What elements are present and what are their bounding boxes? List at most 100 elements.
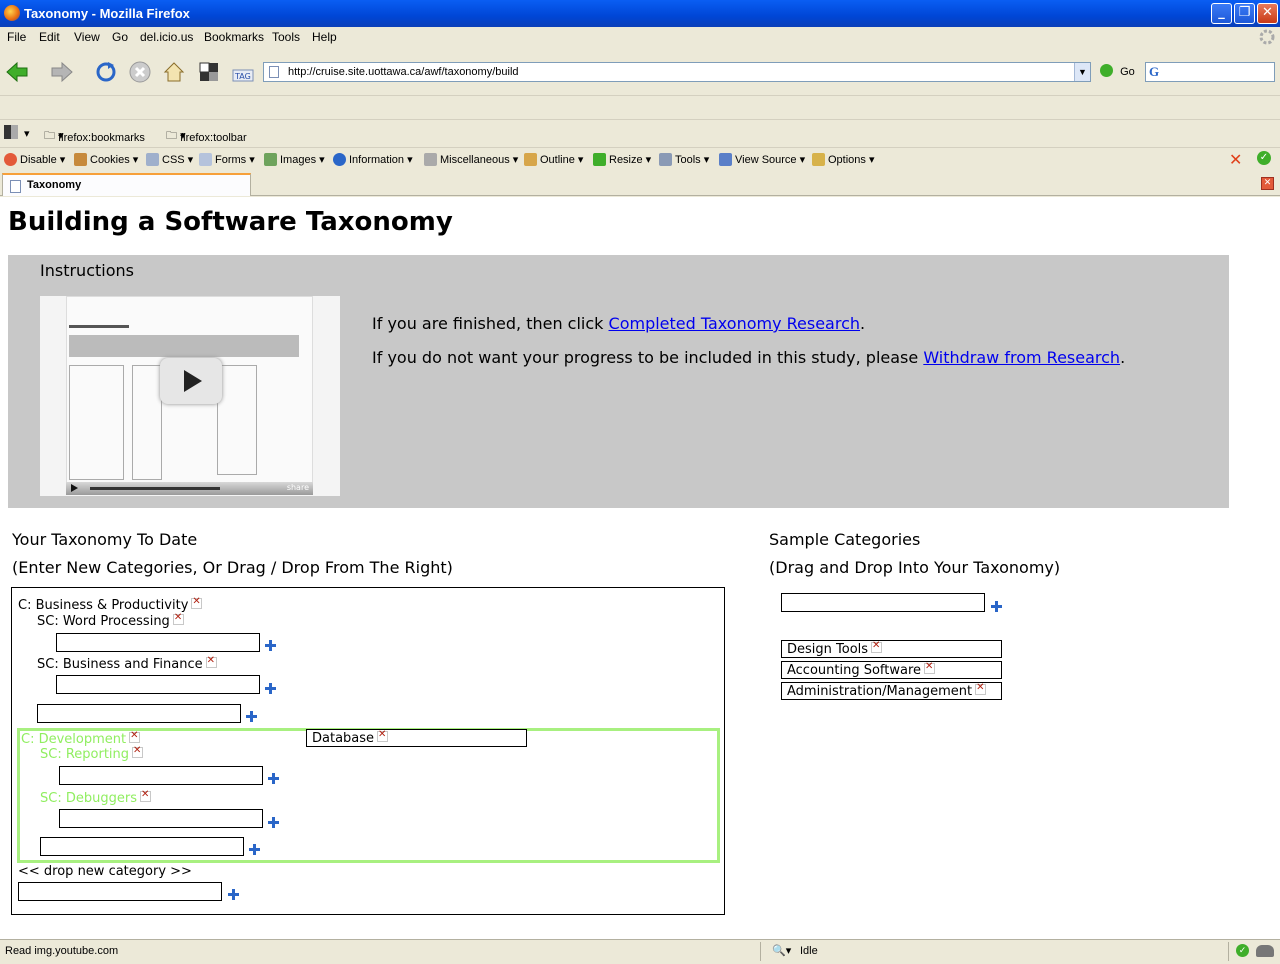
menu-edit[interactable]: Edit bbox=[39, 30, 60, 44]
add-icon[interactable] bbox=[268, 773, 279, 784]
url-dropdown-button[interactable]: ▼ bbox=[1074, 63, 1090, 81]
menu-file[interactable]: File bbox=[7, 30, 26, 44]
subcategory-item[interactable]: SC: Business and Finance bbox=[37, 655, 217, 672]
home-icon[interactable] bbox=[162, 60, 186, 84]
play-icon[interactable] bbox=[160, 358, 222, 404]
add-icon[interactable] bbox=[991, 601, 1002, 612]
category-item[interactable]: C: Business & Productivity bbox=[18, 596, 203, 613]
close-toolbar-icon[interactable]: ✕ bbox=[1229, 150, 1242, 169]
new-item-input[interactable] bbox=[59, 809, 263, 828]
dev-information[interactable]: Information ▾ bbox=[333, 153, 413, 166]
add-icon[interactable] bbox=[249, 844, 260, 855]
url-bar[interactable]: http://cruise.site.uottawa.ca/awf/taxono… bbox=[263, 62, 1091, 82]
delicious-icon[interactable] bbox=[197, 60, 221, 84]
dev-forms[interactable]: Forms ▾ bbox=[199, 153, 255, 166]
disable-icon bbox=[4, 153, 17, 166]
subcategory-item[interactable]: SC: Word Processing bbox=[37, 612, 184, 629]
category-item[interactable]: C: Development bbox=[21, 730, 141, 747]
delete-icon[interactable] bbox=[975, 682, 987, 695]
zoom-icon[interactable]: 🔍▾ bbox=[772, 944, 791, 957]
dev-tools[interactable]: Tools ▾ bbox=[659, 153, 709, 166]
add-icon[interactable] bbox=[265, 683, 276, 694]
close-window-button[interactable]: ✕ bbox=[1257, 3, 1278, 24]
dragged-category[interactable]: Database bbox=[306, 729, 527, 747]
firefox-logo-icon bbox=[4, 5, 20, 21]
menu-bookmarks[interactable]: Bookmarks bbox=[204, 30, 264, 44]
sample-category[interactable]: Administration/Management bbox=[781, 682, 1002, 700]
new-subcategory-input[interactable] bbox=[40, 837, 244, 856]
delete-icon[interactable] bbox=[205, 655, 217, 668]
dev-images[interactable]: Images ▾ bbox=[264, 153, 325, 166]
dev-css[interactable]: CSS ▾ bbox=[146, 153, 193, 166]
delete-icon[interactable] bbox=[129, 730, 141, 743]
google-search-input[interactable]: G bbox=[1145, 62, 1275, 82]
dev-cookies[interactable]: Cookies ▾ bbox=[74, 153, 138, 166]
menu-view[interactable]: View bbox=[74, 30, 100, 44]
new-item-input[interactable] bbox=[56, 633, 260, 652]
stop-icon[interactable] bbox=[128, 60, 152, 84]
maximize-button[interactable]: ❐ bbox=[1234, 3, 1255, 24]
new-category-input[interactable] bbox=[18, 882, 222, 901]
delete-icon[interactable] bbox=[871, 640, 883, 653]
video-controls[interactable]: share bbox=[66, 482, 313, 495]
sample-category[interactable]: Design Tools bbox=[781, 640, 1002, 658]
dev-miscellaneous[interactable]: Miscellaneous ▾ bbox=[424, 153, 518, 166]
new-sample-input[interactable] bbox=[781, 593, 985, 612]
go-button[interactable]: Go bbox=[1100, 64, 1135, 78]
close-tab-button[interactable]: ✕ bbox=[1261, 177, 1274, 190]
video-progress-bar[interactable] bbox=[90, 487, 220, 490]
menu-tools[interactable]: Tools bbox=[272, 30, 300, 44]
dev-outline[interactable]: Outline ▾ bbox=[524, 153, 583, 166]
menu-help[interactable]: Help bbox=[312, 30, 337, 44]
samples-heading: Sample Categories bbox=[769, 530, 921, 549]
validation-ok-icon[interactable]: ✓ bbox=[1257, 151, 1271, 165]
delicious-small-icon[interactable] bbox=[4, 125, 18, 139]
sample-label: Accounting Software bbox=[787, 661, 936, 678]
dev-options[interactable]: Options ▾ bbox=[812, 153, 875, 166]
delete-icon[interactable] bbox=[139, 789, 151, 802]
options-icon bbox=[812, 153, 825, 166]
addon-icon[interactable] bbox=[1256, 945, 1274, 957]
subcategory-item[interactable]: SC: Reporting bbox=[40, 745, 144, 762]
forward-icon[interactable] bbox=[50, 60, 74, 84]
delete-icon[interactable] bbox=[191, 596, 203, 609]
completed-research-link[interactable]: Completed Taxonomy Research bbox=[609, 314, 861, 333]
delete-icon[interactable] bbox=[377, 729, 389, 742]
delete-icon[interactable] bbox=[172, 612, 184, 625]
css-icon bbox=[146, 153, 159, 166]
dev-disable[interactable]: Disable ▾ bbox=[4, 153, 65, 166]
video-player[interactable]: share bbox=[40, 296, 340, 496]
withdraw-research-link[interactable]: Withdraw from Research bbox=[923, 348, 1120, 367]
delete-icon[interactable] bbox=[132, 745, 144, 758]
bookmark-dropdown-icon[interactable]: ▾ bbox=[24, 127, 30, 140]
small-play-icon[interactable] bbox=[71, 484, 78, 492]
new-item-input[interactable] bbox=[56, 675, 260, 694]
menu-go[interactable]: Go bbox=[112, 30, 128, 44]
share-label[interactable]: share bbox=[287, 483, 309, 492]
menu-delicious[interactable]: del.icio.us bbox=[140, 30, 193, 44]
minimize-button[interactable]: _ bbox=[1211, 3, 1232, 24]
tab-bar: Taxonomy bbox=[0, 171, 1280, 196]
bookmark-firefox-bookmarks[interactable]: 🗀 firefox:bookmarks ▾ bbox=[44, 127, 145, 146]
add-icon[interactable] bbox=[265, 640, 276, 651]
new-item-input[interactable] bbox=[59, 766, 263, 785]
tab-taxonomy[interactable]: Taxonomy bbox=[2, 173, 251, 196]
bookmark-firefox-toolbar[interactable]: 🗀 firefox:toolbar ▾ bbox=[166, 127, 247, 146]
tag-icon[interactable]: TAG bbox=[231, 60, 255, 84]
subcategory-label: SC: Debuggers bbox=[40, 791, 137, 806]
sample-category[interactable]: Accounting Software bbox=[781, 661, 1002, 679]
add-icon[interactable] bbox=[268, 817, 279, 828]
view-source-icon bbox=[719, 153, 732, 166]
new-subcategory-input[interactable] bbox=[37, 704, 241, 723]
dev-resize[interactable]: Resize ▾ bbox=[593, 153, 651, 166]
dev-label: Tools bbox=[675, 154, 701, 166]
reload-icon[interactable] bbox=[94, 60, 118, 84]
add-icon[interactable] bbox=[246, 711, 257, 722]
menu-bar: File Edit View Go del.icio.us Bookmarks … bbox=[0, 27, 1280, 47]
back-icon[interactable] bbox=[5, 60, 29, 84]
add-icon[interactable] bbox=[228, 889, 239, 900]
delete-icon[interactable] bbox=[924, 661, 936, 674]
page-icon bbox=[10, 180, 21, 193]
dev-view-source[interactable]: View Source ▾ bbox=[719, 153, 805, 166]
subcategory-item[interactable]: SC: Debuggers bbox=[40, 789, 151, 806]
